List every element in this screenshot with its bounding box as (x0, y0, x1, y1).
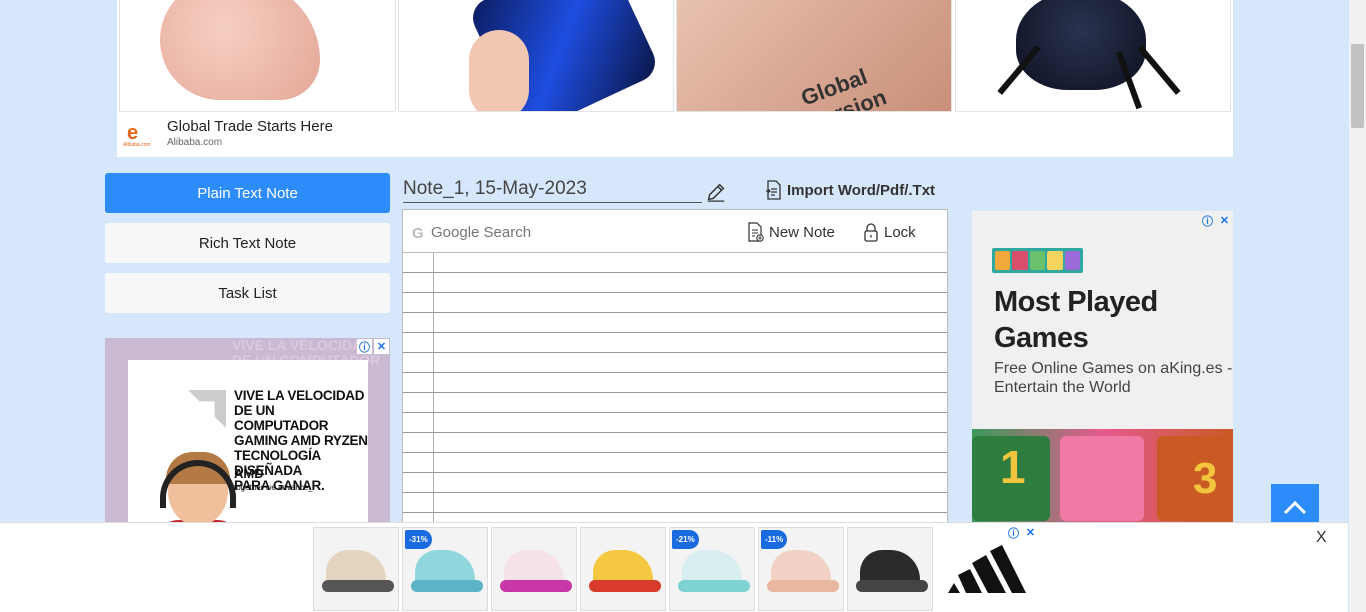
shoe-upper (682, 550, 742, 584)
games-ad-description[interactable]: Free Online Games on aKing.es - Entertai… (994, 359, 1233, 397)
ad-product-image-robot[interactable] (955, 0, 1231, 112)
close-bottom-ad-button[interactable]: X (1316, 529, 1327, 547)
lock-button[interactable]: Lock (863, 222, 916, 242)
hand-shape (469, 30, 529, 111)
shoe-upper (326, 550, 386, 584)
shoe-product[interactable] (491, 527, 577, 611)
game-thumb-fireboy[interactable]: 1 (972, 436, 1050, 521)
shoe-sole (856, 580, 928, 592)
game-thumb (1012, 251, 1028, 270)
ad-product-image-phone[interactable] (398, 0, 674, 112)
task-list-button[interactable]: Task List (105, 273, 390, 313)
game-number-1: 1 (1000, 441, 1026, 493)
chevron-up-icon (1283, 501, 1307, 515)
shoe-product[interactable] (847, 527, 933, 611)
new-note-button[interactable]: New Note (747, 222, 835, 242)
amd-headline-line: VIVE LA VELOCIDAD (234, 388, 365, 403)
discount-badge: -21% (672, 530, 699, 549)
new-note-icon (748, 222, 764, 242)
baby-doll-shape (160, 0, 320, 100)
shoe-sole (678, 580, 750, 592)
adchoices[interactable]: ⓘ ✕ (1200, 213, 1232, 228)
game-thumb (995, 251, 1011, 270)
adchoices[interactable]: ⓘ ✕ (1006, 525, 1038, 540)
import-file-label: Import Word/Pdf/.Txt (787, 181, 936, 199)
google-search-input[interactable] (431, 221, 691, 243)
note-text-area[interactable] (403, 253, 947, 538)
alibaba-logo: e Alibaba.com (123, 122, 157, 150)
adchoices-info-icon[interactable]: ⓘ (357, 339, 372, 354)
editor-toolbar: G New Note Lock (403, 210, 947, 253)
shoe-sole (589, 580, 661, 592)
product-text: Global Version (797, 63, 890, 112)
lock-label: Lock (884, 223, 916, 241)
game-thumb-zombie[interactable]: 3 (1157, 436, 1233, 521)
game-thumb (1029, 251, 1046, 270)
adidas-logo-icon[interactable] (946, 541, 1028, 595)
shoe-product[interactable] (580, 527, 666, 611)
shoe-sole (500, 580, 572, 592)
shoe-sole (322, 580, 394, 592)
document-import-icon (766, 180, 781, 200)
adchoices-close-icon[interactable]: ✕ (1023, 525, 1038, 540)
amd-tagline: together we advance_ (234, 483, 313, 492)
games-ad-title[interactable]: Most Played Games (994, 284, 1224, 356)
amd-headline-line: DE UN COMPUTADOR (234, 403, 329, 433)
amd-arrow-icon (188, 390, 226, 428)
game-thumb (1047, 251, 1063, 270)
top-ad-title[interactable]: Global Trade Starts Here (167, 118, 333, 135)
pencil-edit-icon[interactable] (705, 181, 727, 203)
plain-text-note-button[interactable]: Plain Text Note (105, 173, 390, 213)
adchoices-close-icon[interactable]: ✕ (1217, 213, 1232, 228)
shoe-upper (860, 550, 920, 584)
adchoices[interactable]: ⓘ ✕ (357, 339, 389, 354)
discount-badge: -31% (405, 530, 432, 549)
left-advertisement-amd[interactable]: VIVE LA VELOCIDAD DE UN COMPUTADOR VIVE … (105, 338, 390, 528)
page-scrollbar[interactable] (1349, 0, 1366, 612)
note-title-field[interactable]: Note_1, 15-May-2023 (403, 178, 702, 203)
ad-product-image-baby-doll[interactable] (119, 0, 396, 112)
shoe-upper (771, 550, 831, 584)
game-thumb (1064, 251, 1081, 270)
ad-product-image-global-version[interactable]: Global Version (676, 0, 952, 112)
bottom-advertisement-adidas[interactable]: -31% -21% -11% ⓘ ✕ X (0, 522, 1348, 612)
game-thumb-girl[interactable] (1060, 436, 1144, 521)
adchoices-info-icon[interactable]: ⓘ (1200, 213, 1215, 228)
shoe-upper (593, 550, 653, 584)
scrollbar-thumb[interactable] (1351, 44, 1364, 128)
shoe-product[interactable]: -31% (402, 527, 488, 611)
shoe-product[interactable]: -21% (669, 527, 755, 611)
shoe-sole (767, 580, 839, 592)
import-file-button[interactable]: Import Word/Pdf/.Txt (765, 180, 935, 200)
amd-logo: AMD (234, 466, 264, 481)
shoe-product[interactable]: -11% (758, 527, 844, 611)
discount-badge: -11% (761, 530, 788, 549)
right-advertisement-games[interactable]: ⓘ ✕ Most Played Games Free Online Games … (972, 211, 1233, 526)
rich-text-note-button[interactable]: Rich Text Note (105, 223, 390, 263)
google-g-icon: G (412, 225, 424, 242)
shoe-sole (411, 580, 483, 592)
note-editor[interactable]: G New Note Lock (402, 209, 948, 539)
adchoices-info-icon[interactable]: ⓘ (1006, 525, 1021, 540)
robot-leg (1137, 45, 1181, 95)
shoe-product[interactable] (313, 527, 399, 611)
shoe-upper (504, 550, 564, 584)
alibaba-logo-sub: Alibaba.com (123, 142, 151, 148)
adchoices-close-icon[interactable]: ✕ (374, 339, 389, 354)
amd-ad-card[interactable]: VIVE LA VELOCIDAD DE UN COMPUTADOR GAMIN… (128, 360, 368, 528)
lock-icon (864, 223, 878, 242)
amd-headline-line: GAMING AMD RYZEN (234, 433, 368, 448)
shoe-upper (415, 550, 475, 584)
new-note-label: New Note (769, 223, 835, 241)
top-ad-domain[interactable]: Alibaba.com (167, 137, 222, 148)
top-advertisement[interactable]: Global Version e Alibaba.com Global Trad… (117, 0, 1233, 157)
game-number-3: 3 (1193, 454, 1218, 503)
games-logo-strip (992, 248, 1083, 273)
